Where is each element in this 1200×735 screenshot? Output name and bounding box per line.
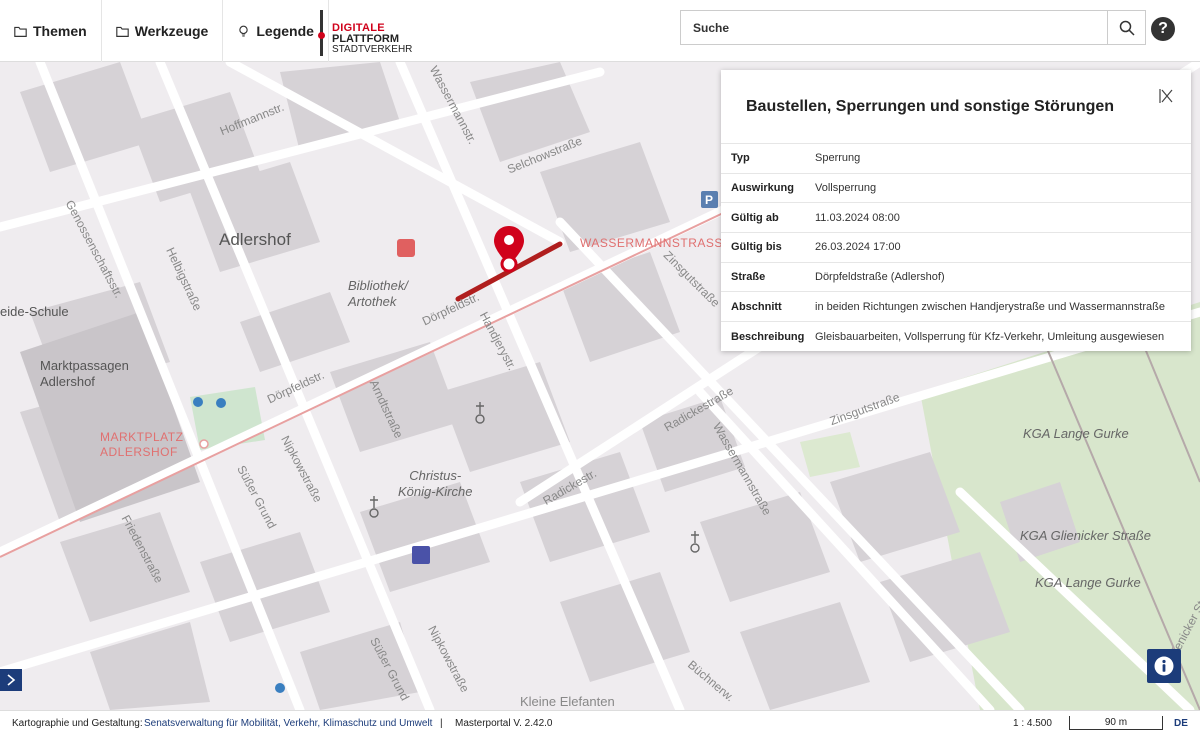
info-button[interactable] bbox=[1147, 649, 1181, 683]
table-row: Beschreibung Gleisbauarbeiten, Vollsperru… bbox=[721, 321, 1191, 352]
menu-tools-label: Werkzeuge bbox=[134, 23, 209, 39]
table-row: Abschnitt in beiden Richtungen zwischen H… bbox=[721, 291, 1191, 322]
map-label-wassermann-caps: WASSERMANNSTRASSE bbox=[580, 236, 732, 250]
menu-legend-label: Legende bbox=[256, 23, 314, 39]
attribute-key: Typ bbox=[721, 143, 815, 174]
panel-title: Baustellen, Sperrungen und sonstige Stör… bbox=[746, 98, 1115, 115]
search-icon bbox=[1119, 20, 1135, 36]
menu-themes[interactable]: Themen bbox=[0, 0, 102, 62]
credit-label: Kartographie und Gestaltung: bbox=[12, 717, 143, 729]
attribute-value: Dörpfeldstraße (Adlershof) bbox=[815, 261, 1191, 292]
attribute-key: Beschreibung bbox=[721, 321, 815, 352]
svg-text:P: P bbox=[705, 193, 713, 207]
table-row: Gültig bis 26.03.2024 17:00 bbox=[721, 232, 1191, 263]
scale-bar: 90 m bbox=[1069, 716, 1163, 730]
language-switch[interactable]: DE bbox=[1174, 718, 1188, 729]
search-button[interactable] bbox=[1107, 11, 1145, 44]
search-box bbox=[680, 10, 1146, 45]
footer-separator: | bbox=[440, 717, 443, 729]
platform-logo: DIGITALE PLATTFORM STADTVERKEHR bbox=[318, 10, 428, 58]
menu-themes-label: Themen bbox=[33, 23, 87, 39]
chevron-right-icon bbox=[7, 674, 16, 686]
close-icon[interactable] bbox=[1159, 88, 1173, 104]
map-label-market-square: MARKTPLATZ ADLERSHOF bbox=[100, 430, 184, 459]
attribute-table: Typ Sperrung Auswirkung Vollsperrung Gülti… bbox=[721, 143, 1191, 352]
attribute-key: Abschnitt bbox=[721, 291, 815, 322]
attribute-key: Straße bbox=[721, 261, 815, 292]
map-label-church: Christus- König-Kirche bbox=[398, 468, 473, 499]
map-label-district: Adlershof bbox=[219, 230, 291, 249]
attribute-value: 26.03.2024 17:00 bbox=[815, 232, 1191, 263]
attribute-value: Vollsperrung bbox=[815, 172, 1191, 203]
map-label-library: Bibliothek/ Artothek bbox=[348, 278, 408, 309]
top-bar: Themen Werkzeuge Legende DIGITALE PLATTF… bbox=[0, 0, 1200, 62]
attribute-value: Sperrung bbox=[815, 143, 1191, 174]
folder-icon bbox=[115, 26, 129, 37]
map-label-market-passages: Marktpassagen Adlershof bbox=[40, 358, 129, 389]
attribute-key: Auswirkung bbox=[721, 172, 815, 203]
table-row: Auswirkung Vollsperrung bbox=[721, 172, 1191, 203]
attribute-key: Gültig bis bbox=[721, 232, 815, 263]
map-label-kga-lange-gurke-2: KGA Lange Gurke bbox=[1035, 575, 1141, 590]
info-icon bbox=[1154, 656, 1174, 676]
map-label-kga-glienicker: KGA Glienicker Straße bbox=[1020, 528, 1152, 543]
map-label-school: eide-Schule bbox=[0, 304, 69, 319]
table-row: Typ Sperrung bbox=[721, 143, 1191, 174]
scale-label: 1 : 4.500 bbox=[1013, 717, 1052, 729]
attribute-value: 11.03.2024 08:00 bbox=[815, 202, 1191, 233]
attribute-value: in beiden Richtungen zwischen Handjeryst… bbox=[815, 291, 1191, 322]
search-input[interactable] bbox=[681, 11, 1109, 44]
map-label-kga-lange-gurke: KGA Lange Gurke bbox=[1023, 426, 1129, 441]
version-label: Masterportal V. 2.42.0 bbox=[455, 717, 553, 729]
attribute-value: Gleisbauarbeiten, Vollsperrung für Kfz-V… bbox=[815, 321, 1191, 352]
help-icon[interactable]: ? bbox=[1151, 17, 1175, 41]
lightbulb-icon bbox=[239, 25, 249, 37]
map-label-kleine-elefanten: Kleine Elefanten bbox=[520, 694, 615, 709]
table-row: Straße Dörpfeldstraße (Adlershof) bbox=[721, 261, 1191, 292]
menu-tools[interactable]: Werkzeuge bbox=[102, 0, 224, 62]
main-menu: Themen Werkzeuge Legende bbox=[0, 0, 329, 62]
table-row: Gültig ab 11.03.2024 08:00 bbox=[721, 202, 1191, 233]
menu-legend[interactable]: Legende bbox=[223, 0, 329, 62]
credit-link[interactable]: Senatsverwaltung für Mobilität, Verkehr,… bbox=[144, 718, 432, 729]
folder-icon bbox=[14, 26, 27, 37]
footer: Kartographie und Gestaltung: Senatsverwa… bbox=[0, 710, 1200, 735]
feature-info-panel: Baustellen, Sperrungen und sonstige Stör… bbox=[721, 70, 1191, 352]
expand-sidebar-button[interactable] bbox=[0, 669, 22, 691]
attribute-key: Gültig ab bbox=[721, 202, 815, 233]
